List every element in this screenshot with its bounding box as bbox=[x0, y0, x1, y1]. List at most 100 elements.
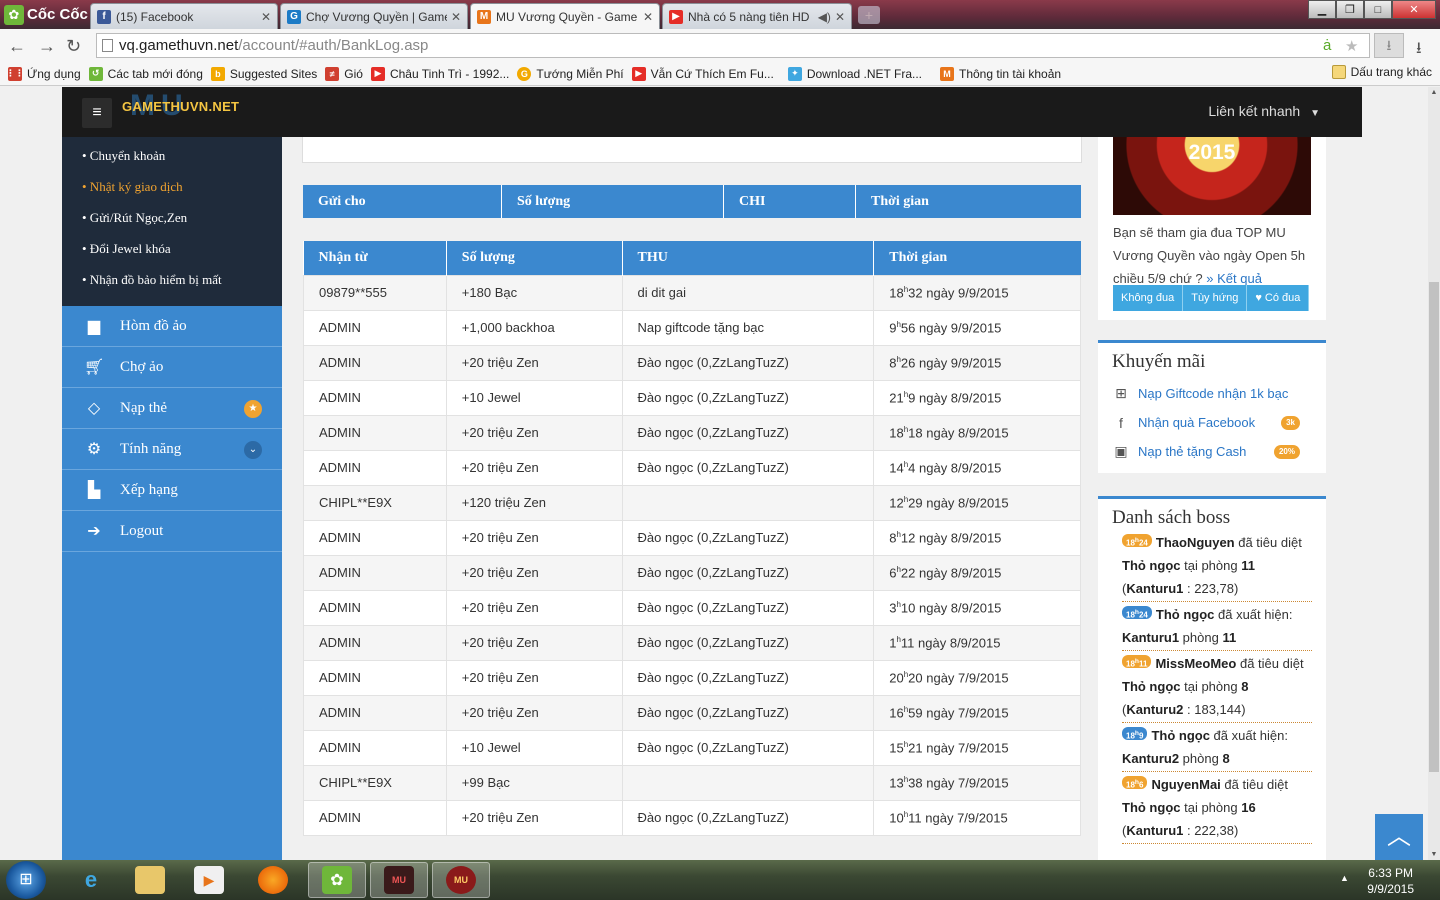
boss-text: phòng bbox=[1179, 751, 1223, 766]
taskbar-game-2[interactable]: MU bbox=[432, 862, 490, 898]
reload-button[interactable]: ↻ bbox=[66, 36, 81, 57]
back-button[interactable]: ← bbox=[8, 36, 26, 57]
sidebar-item-logout[interactable]: ➔ Logout bbox=[62, 511, 282, 552]
taskbar-game-1[interactable]: MU bbox=[370, 862, 428, 898]
speaker-icon[interactable]: ◀) bbox=[818, 10, 831, 24]
folder-icon bbox=[1331, 65, 1346, 79]
sidebar-item-xep-hang[interactable]: ▙ Xếp hạng bbox=[62, 470, 282, 511]
bookmark-label: Châu Tinh Trì - 1992... bbox=[389, 66, 510, 81]
bookmark-gio[interactable]: ≠ Gió bbox=[325, 66, 363, 81]
bookmark-account-info[interactable]: M Thông tin tài khoản bbox=[940, 66, 1061, 81]
star-icon[interactable]: ★ bbox=[1345, 37, 1358, 55]
time-minute: 11 bbox=[908, 810, 922, 826]
site-logo[interactable]: MU GAMETHUVN.NET bbox=[122, 89, 239, 122]
table-row: ADMIN +20 triệu Zen Đào ngọc (0,ZzLangTuzZ… bbox=[303, 414, 1081, 451]
bookmark-label: Download .NET Fra... bbox=[806, 66, 922, 81]
taskbar-media-player[interactable]: ▶ bbox=[180, 862, 238, 898]
quick-links-dropdown[interactable]: Liên kết nhanh ▼ bbox=[1208, 103, 1320, 119]
new-tab-button[interactable]: + bbox=[858, 6, 880, 24]
sidebar-subitem-nhat-ky-giao-dich[interactable]: • Nhật ký giao dịch bbox=[62, 174, 282, 205]
bookmark-other[interactable]: Dấu trang khác bbox=[1331, 65, 1432, 79]
close-icon[interactable]: ✕ bbox=[835, 10, 845, 24]
tab-youtube[interactable]: ▶ Nhà có 5 nàng tiên HD ◀) ✕ bbox=[662, 3, 852, 29]
caret-down-icon: ▼ bbox=[1310, 108, 1320, 119]
scroll-up-icon[interactable]: ▲ bbox=[1428, 89, 1440, 96]
taskbar-firefox[interactable] bbox=[244, 862, 302, 898]
cart-icon: 🛒︎ bbox=[84, 359, 105, 376]
bookmark-download-net[interactable]: ✦ Download .NET Fra... bbox=[787, 66, 922, 81]
maximize-button[interactable]: □ bbox=[1364, 0, 1392, 19]
sidebar-item-hom-do-ao[interactable]: ▆ Hòm đồ ảo bbox=[62, 306, 282, 347]
page-scrollbar[interactable]: ▲ ▼ bbox=[1428, 87, 1440, 860]
cell-time: 10h11 ngày 7/9/2015 bbox=[873, 799, 1081, 836]
time-date: ngày 9/9/2015 bbox=[915, 355, 1002, 371]
sidebar-subitem-chuyen-khoan[interactable]: • Chuyển khoản bbox=[62, 143, 282, 174]
cell-note: Đào ngọc (0,ZzLangTuzZ) bbox=[621, 694, 875, 731]
vote-no-button[interactable]: Không đua bbox=[1113, 285, 1184, 311]
header-sender: Nhận từ bbox=[303, 241, 447, 275]
sidebar-subitem-gui-rut-ngoc-zen[interactable]: • Gửi/Rút Ngọc,Zen bbox=[62, 205, 282, 236]
promo-item-cash[interactable]: ▣ Nạp thẻ tặng Cash 20% bbox=[1098, 437, 1326, 466]
clock[interactable]: 6:33 PM 9/9/2015 bbox=[1367, 865, 1414, 897]
time-hour: 13 bbox=[889, 775, 904, 791]
bookmark-apps[interactable]: ⋮⋮ Ứng dụng bbox=[6, 66, 81, 81]
browser-logo[interactable]: ✿ Cốc Cốc bbox=[0, 0, 88, 29]
start-button[interactable]: ⊞ bbox=[6, 861, 46, 899]
menu-icon[interactable]: ⭳ bbox=[1416, 37, 1422, 64]
sent-header-recipient: Gửi cho bbox=[303, 185, 502, 218]
scrollbar-thumb[interactable] bbox=[1429, 282, 1439, 772]
sidebar-subitem-doi-jewel-khoa[interactable]: • Đổi Jewel khóa bbox=[62, 236, 282, 267]
cell-time: 13h38 ngày 7/9/2015 bbox=[873, 764, 1081, 801]
close-icon[interactable]: ✕ bbox=[451, 10, 461, 24]
cell-note: Đào ngọc (0,ZzLangTuzZ) bbox=[621, 799, 875, 836]
sidebar-item-cho-ao[interactable]: 🛒︎ Chợ ảo bbox=[62, 347, 282, 388]
close-icon[interactable]: ✕ bbox=[261, 10, 271, 24]
close-window-button[interactable]: ✕ bbox=[1392, 0, 1436, 19]
scroll-to-top-button[interactable]: ︿ bbox=[1375, 814, 1423, 860]
taskbar-explorer[interactable] bbox=[121, 862, 179, 898]
boss-name: Thỏ ngọc bbox=[1122, 800, 1181, 815]
boss-time-badge: 18h9 bbox=[1122, 727, 1148, 741]
url-input[interactable]: vq.gamethuvn.net/account/#auth/BankLog.a… bbox=[96, 33, 1370, 58]
poll-results-link[interactable]: » Kết quả bbox=[1206, 271, 1262, 286]
tab-mu-vuong-quyen[interactable]: M MU Vương Quyền - Game ✕ bbox=[470, 3, 660, 29]
vote-maybe-button[interactable]: Tùy hứng bbox=[1183, 285, 1248, 311]
bookmark-van-cu-thich-em[interactable]: ▶ Vẫn Cứ Thích Em Fu... bbox=[631, 66, 774, 81]
chevron-down-icon: ⌄ bbox=[244, 441, 262, 459]
cell-amount: +20 triệu Zen bbox=[445, 659, 623, 696]
tab-cho-vuong-quyen[interactable]: G Chợ Vương Quyền | Game ✕ bbox=[280, 3, 468, 29]
vote-yes-button[interactable]: ♥ Có đua bbox=[1247, 285, 1310, 311]
scroll-down-icon[interactable]: ▼ bbox=[1428, 851, 1440, 858]
tray-expand-icon[interactable]: ▲ bbox=[1340, 873, 1349, 883]
hamburger-menu-icon[interactable]: ≡ bbox=[82, 98, 112, 128]
time-minute: 20 bbox=[908, 670, 923, 686]
download-button[interactable]: ⭳ bbox=[1374, 33, 1404, 58]
poll-text: Bạn sẽ tham gia đua TOP MU Vương Quyền v… bbox=[1113, 221, 1313, 290]
bookmark-suggested-sites[interactable]: b Suggested Sites bbox=[210, 66, 317, 81]
translate-icon[interactable]: ȧ bbox=[1323, 37, 1331, 54]
sidebar-item-tinh-nang[interactable]: ⚙ Tính năng ⌄ bbox=[62, 429, 282, 470]
forward-button[interactable]: → bbox=[38, 36, 56, 57]
list-item: 18h11 MissMeoMeo đã tiêu diệt Thỏ ngọc tạ… bbox=[1122, 652, 1312, 723]
restore-button[interactable]: ❐ bbox=[1336, 0, 1364, 19]
bookmark-chau-tinh-tri[interactable]: ▶ Châu Tinh Trì - 1992... bbox=[370, 66, 510, 81]
time-date: ngày 7/9/2015 bbox=[922, 740, 1009, 756]
promo-item-giftcode[interactable]: ⊞ Nạp Giftcode nhận 1k bạc bbox=[1098, 379, 1326, 408]
tab-facebook[interactable]: f (15) Facebook ✕ bbox=[90, 3, 278, 29]
folder-icon bbox=[135, 866, 165, 894]
time-hour: 14 bbox=[889, 460, 904, 476]
sidebar-subitem-nhan-do-bao-hiem[interactable]: • Nhận đồ bảo hiểm bị mất bbox=[62, 267, 282, 298]
tab-title: MU Vương Quyền - Game bbox=[496, 9, 638, 24]
taskbar-coccoc[interactable]: ✿ bbox=[308, 862, 366, 898]
bookmark-tuong-mien-phi[interactable]: G Tướng Miễn Phí bbox=[517, 66, 624, 81]
minimize-button[interactable]: ▁ bbox=[1308, 0, 1336, 19]
time-minute: 12 bbox=[900, 530, 916, 546]
promo-item-facebook[interactable]: f Nhận quà Facebook 3k bbox=[1098, 408, 1326, 437]
sidebar-item-nap-the[interactable]: ◇ Nạp thẻ ★ bbox=[62, 388, 282, 429]
boss-killer-name: ThaoNguyen bbox=[1155, 535, 1235, 550]
close-icon[interactable]: ✕ bbox=[643, 10, 653, 24]
sidebar-item-label: Nạp thẻ bbox=[120, 399, 168, 416]
taskbar-ie[interactable]: e bbox=[62, 862, 120, 898]
cell-amount: +20 triệu Zen bbox=[445, 519, 623, 556]
bookmark-recent-tabs[interactable]: ↺ Các tab mới đóng bbox=[88, 66, 203, 81]
